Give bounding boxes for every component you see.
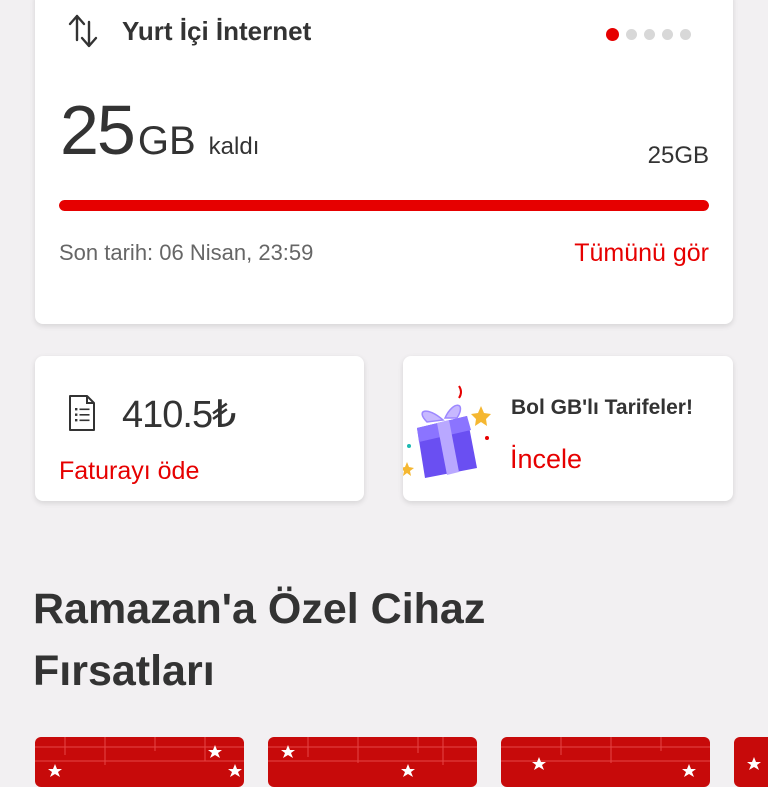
usage-title: Yurt İçi İnternet [122, 15, 312, 46]
data-transfer-icon [68, 14, 98, 48]
usage-header: Yurt İçi İnternet [62, 10, 311, 52]
see-all-link[interactable]: Tümünü gör [574, 239, 709, 268]
ramadan-pattern-icon [747, 757, 761, 770]
carousel-dot-1[interactable] [606, 28, 619, 41]
carousel-dot-3[interactable] [644, 29, 655, 40]
remaining-data: 25 GB kaldı [60, 90, 259, 170]
carousel-dots[interactable] [606, 28, 691, 41]
bill-amount: 410.5₺ [122, 394, 236, 436]
promo-card[interactable]: Bol GB'lı Tarifeler! İncele [403, 356, 733, 501]
ramadan-pattern-icon [35, 737, 244, 777]
carousel-dot-2[interactable] [626, 29, 637, 40]
promo-title: Bol GB'lı Tarifeler! [511, 396, 693, 419]
internet-usage-card[interactable]: Yurt İçi İnternet 25 GB kaldı 25GB Son t… [35, 0, 733, 324]
remaining-suffix: kaldı [208, 133, 260, 160]
ramadan-pattern-icon [268, 737, 477, 777]
invoice-icon [69, 395, 95, 431]
remaining-value: 25 [60, 91, 136, 169]
device-offer-card[interactable] [35, 737, 244, 787]
promo-review-link[interactable]: İncele [510, 444, 582, 475]
carousel-dot-4[interactable] [662, 29, 673, 40]
pay-bill-link[interactable]: Faturayı öde [59, 457, 199, 486]
usage-progress-fill [59, 200, 709, 211]
device-offer-card[interactable] [268, 737, 477, 787]
section-title: Ramazan'a Özel Cihaz Fırsatları [33, 585, 486, 695]
ramadan-pattern-icon [501, 737, 710, 777]
carousel-dot-5[interactable] [680, 29, 691, 40]
gift-box-icon [403, 385, 491, 478]
remaining-unit: GB [137, 119, 196, 163]
total-quota: 25GB [647, 142, 709, 169]
device-offer-card[interactable] [501, 737, 710, 787]
deadline-text: Son tarih: 06 Nisan, 23:59 [59, 240, 314, 265]
usage-progress-bar [59, 200, 709, 211]
bill-card[interactable]: 410.5₺ Faturayı öde [35, 356, 364, 501]
device-offer-card[interactable] [734, 737, 768, 787]
